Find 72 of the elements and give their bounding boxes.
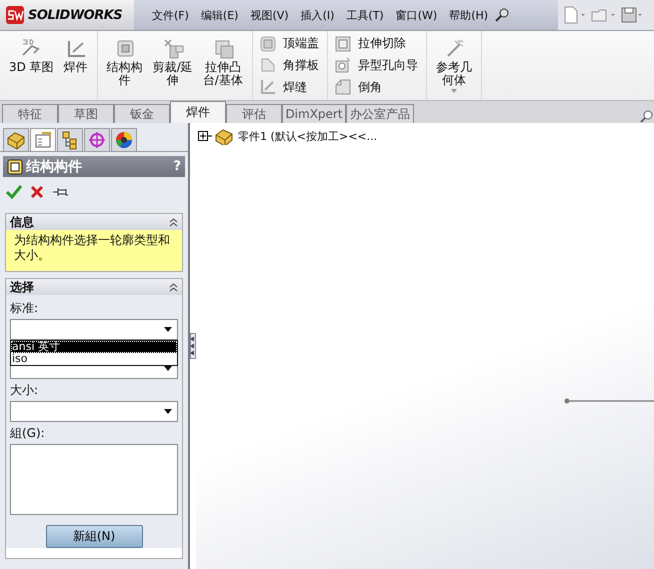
- toolbar-button[interactable]: 拉伸切除: [334, 34, 418, 53]
- menu-item[interactable]: 视图(V): [244, 8, 295, 22]
- caret-icon: [450, 89, 457, 93]
- tab[interactable]: 评估: [226, 104, 282, 123]
- section-title: 选择: [10, 278, 34, 296]
- toolbar-button[interactable]: 参考几 何体: [430, 31, 477, 100]
- tree-item[interactable]: 零件1 (默认<按加工><<...: [236, 128, 378, 144]
- section-header[interactable]: 选择: [6, 279, 182, 295]
- field-label: 組(G):: [10, 425, 46, 442]
- weld-bead-icon: [258, 78, 277, 96]
- info-message: 为结构构件选择一轮廓类型和大小。: [6, 230, 182, 271]
- menu-item[interactable]: 插入(I): [294, 8, 340, 22]
- panel-title: 结构构件: [26, 158, 83, 176]
- tab[interactable]: 草图: [58, 104, 114, 123]
- toolbar-button[interactable]: 焊件: [58, 31, 93, 100]
- save-icon[interactable]: [620, 6, 642, 24]
- toolbar-button[interactable]: 剪裁/延 伸: [148, 31, 198, 100]
- menu-item[interactable]: 工具(T): [340, 8, 390, 22]
- dropdown-option[interactable]: ansi 英寸: [11, 341, 177, 353]
- help-button[interactable]: ?: [173, 159, 181, 174]
- checkmark-icon[interactable]: [6, 184, 22, 200]
- dropdown-option[interactable]: iso: [11, 353, 177, 365]
- toolbar-button[interactable]: 倒角: [334, 78, 418, 96]
- tab[interactable]: 特征: [2, 104, 58, 123]
- toolbar-button[interactable]: 结构构 件: [102, 31, 148, 100]
- new-document-icon[interactable]: [562, 6, 586, 24]
- property-sheet-icon: [33, 130, 53, 150]
- field-label: 大小:: [10, 382, 40, 399]
- menu-item[interactable]: 帮助(H): [443, 8, 494, 22]
- collapse-handle-icon[interactable]: [190, 333, 196, 359]
- toolbar-button[interactable]: 拉伸凸 台/基体: [198, 31, 248, 100]
- collapse-icon[interactable]: [169, 282, 178, 292]
- caret-icon: [164, 409, 172, 414]
- section-header[interactable]: 信息: [6, 214, 182, 230]
- tab[interactable]: 钣金: [114, 104, 170, 123]
- expand-icon[interactable]: [198, 131, 212, 141]
- tab[interactable]: 办公室产品: [346, 104, 414, 123]
- panel-tab[interactable]: [3, 128, 29, 151]
- trim-icon: [162, 37, 184, 59]
- gusset-icon: [258, 56, 277, 74]
- crosshair-icon: [87, 130, 107, 150]
- close-icon[interactable]: [30, 185, 44, 199]
- panel-tab[interactable]: [111, 128, 137, 151]
- field-label: 标准:: [10, 300, 40, 317]
- toolbar-button[interactable]: 焊缝: [258, 78, 319, 96]
- color-wheel-icon: [114, 130, 134, 150]
- menu-item[interactable]: 窗口(W): [390, 8, 444, 22]
- part-icon: [214, 127, 234, 145]
- tab[interactable]: 焊件: [170, 101, 226, 123]
- new-group-button[interactable]: 新組(N): [46, 525, 142, 548]
- zoom-icon[interactable]: [640, 109, 654, 123]
- hole-icon: [334, 56, 352, 74]
- caret-icon: [164, 327, 172, 332]
- section-title: 信息: [10, 214, 34, 230]
- panel-tab[interactable]: [30, 128, 56, 151]
- extruded-cut-icon: [334, 34, 352, 53]
- toolbar-button[interactable]: 顶端盖: [258, 34, 319, 53]
- collapse-icon[interactable]: [169, 218, 178, 226]
- toolbar-button[interactable]: 异型孔向导: [334, 56, 418, 74]
- panel-tab[interactable]: [57, 128, 83, 151]
- toolbar-button[interactable]: 3D 草图: [4, 31, 59, 100]
- group-list[interactable]: [10, 444, 178, 515]
- beam-icon: [7, 158, 23, 174]
- part-icon: [6, 130, 26, 150]
- menu-item[interactable]: 文件(F): [146, 8, 195, 22]
- logo-text: SOLIDWORKS: [28, 8, 122, 22]
- cap-icon: [258, 34, 277, 53]
- menu-item[interactable]: 编辑(E): [194, 8, 244, 22]
- tab[interactable]: DimXpert: [282, 104, 346, 123]
- chamfer-icon: [334, 78, 352, 96]
- toolbar-button[interactable]: 角撑板: [258, 56, 319, 74]
- logo-icon: [6, 6, 24, 24]
